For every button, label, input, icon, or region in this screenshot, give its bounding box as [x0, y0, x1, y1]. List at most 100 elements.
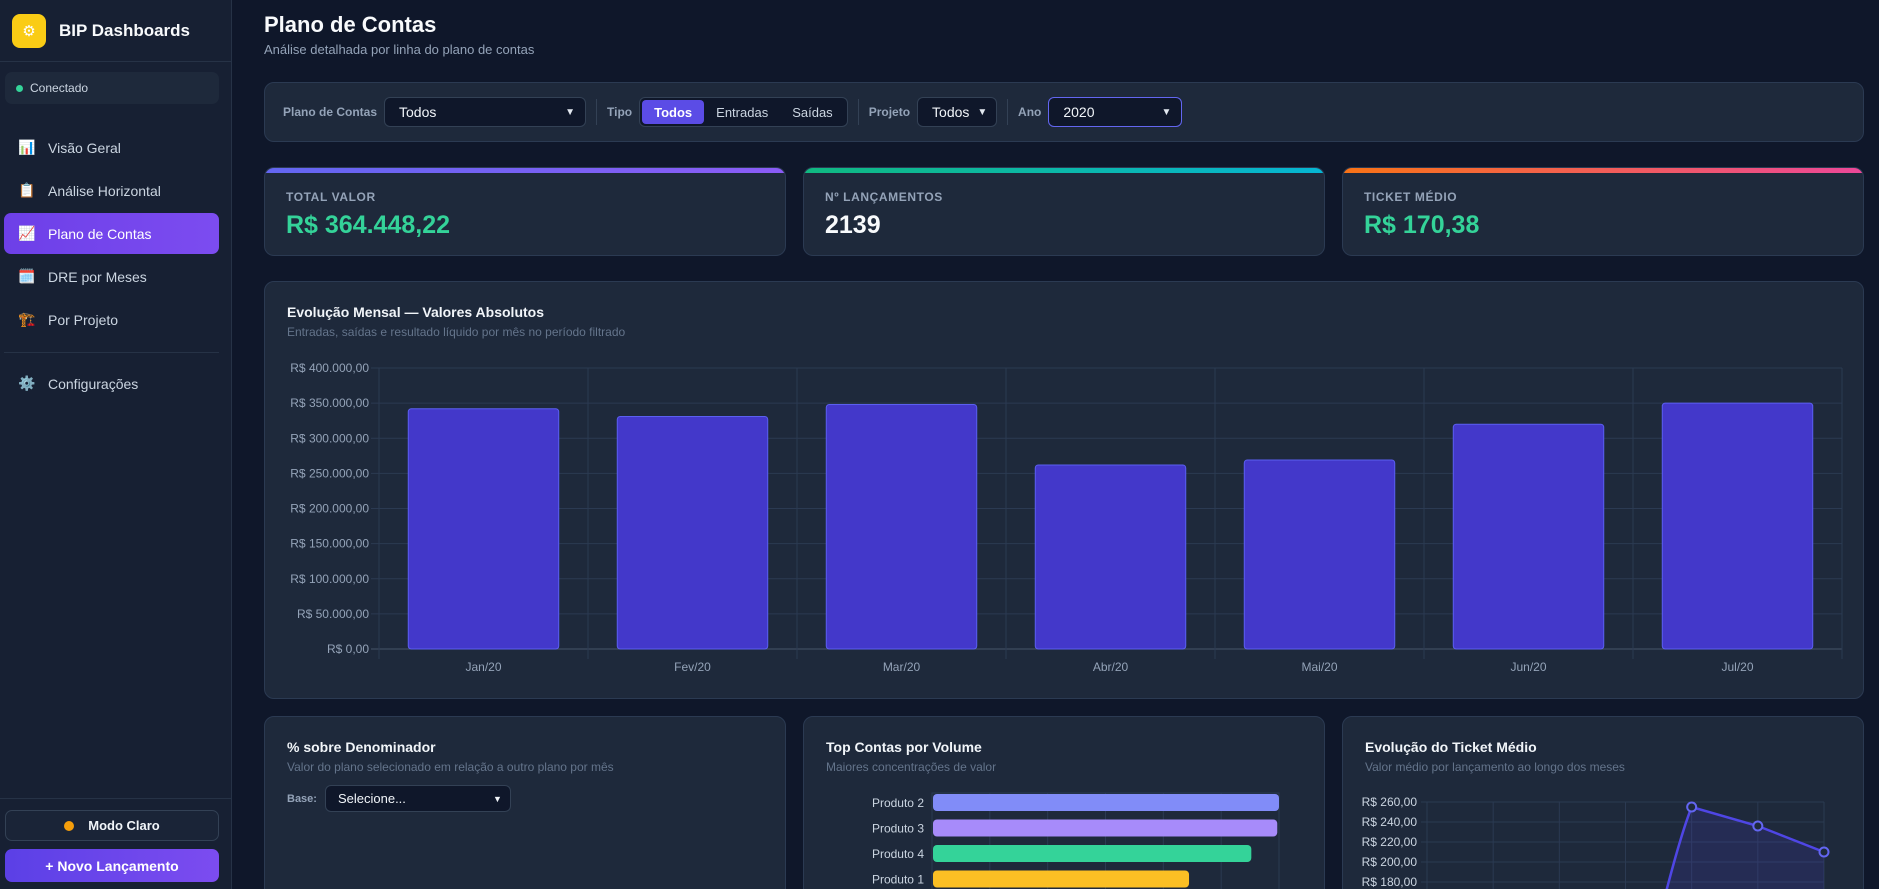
page-subtitle: Análise detalhada por linha do plano de …	[264, 42, 535, 57]
ano-label: Ano	[1018, 105, 1042, 119]
projeto-select[interactable]: Todos ▼	[917, 97, 998, 127]
ticket-panel: Evolução do Ticket Médio Valor médio por…	[1342, 716, 1864, 889]
x-tick-label: Mai/20	[1301, 660, 1337, 674]
construction-icon: 🏗️	[18, 311, 36, 327]
tipo-saidas-button[interactable]: Saídas	[780, 100, 844, 124]
filter-divider	[596, 99, 598, 125]
bar	[933, 870, 1190, 888]
sidebar-item-label: DRE por Meses	[48, 268, 147, 285]
page-title: Plano de Contas	[264, 12, 437, 37]
clipboard-icon: 📋	[18, 182, 36, 198]
bar	[1452, 423, 1605, 650]
tipo-segmented: Todos Entradas Saídas	[639, 97, 848, 127]
projeto-select-value: Todos	[932, 104, 970, 120]
y-tick-label: R$ 220,00	[1362, 835, 1418, 849]
ano-select[interactable]: 2020 ▼	[1048, 97, 1183, 127]
y-tick-label: Produto 1	[872, 873, 924, 887]
x-tick-label: Jun/20	[1510, 660, 1546, 674]
filter-bar: Plano de Contas Todos ▼ Tipo Todos Entra…	[264, 82, 1864, 142]
chevron-down-icon: ▼	[493, 793, 502, 804]
sidebar-item-dre-por-meses[interactable]: 🗓️ DRE por Meses	[4, 256, 219, 297]
sidebar-item-plano-de-contas[interactable]: 📈 Plano de Contas	[4, 213, 219, 254]
kpi-value: 2139	[825, 211, 881, 239]
sidebar-divider	[4, 352, 219, 353]
panel-title: % sobre Denominador	[287, 739, 436, 755]
y-tick-label: R$ 0,00	[327, 642, 369, 656]
ticket-line-chart: R$ 260,00 R$ 240,00 R$ 220,00 R$ 200,00 R$ 1…	[1362, 795, 1830, 889]
data-point	[1818, 846, 1830, 858]
projeto-label: Projeto	[868, 105, 911, 119]
plano-label: Plano de Contas	[283, 105, 378, 119]
y-tick-label: R$ 240,00	[1362, 815, 1418, 829]
light-mode-button[interactable]: Modo Claro	[5, 810, 219, 841]
base-select-value: Selecione...	[337, 791, 406, 806]
ano-select-value: 2020	[1063, 104, 1095, 120]
base-label: Base:	[287, 792, 317, 805]
bar	[616, 415, 769, 650]
bar	[407, 408, 560, 650]
sidebar-item-por-projeto[interactable]: 🏗️ Por Projeto	[4, 299, 219, 340]
top-contas-bar-chart: Produto 2 Produto 3 Produto 4 Produto 1	[872, 792, 1280, 889]
sidebar-item-analise-horizontal[interactable]: 📋 Análise Horizontal	[4, 170, 219, 211]
brand: ⚙ BIP Dashboards	[0, 0, 231, 62]
sidebar-nav: 📊 Visão Geral 📋 Análise Horizontal 📈 Pla…	[4, 127, 219, 406]
bar	[933, 819, 1278, 837]
sidebar-item-label: Visão Geral	[48, 139, 121, 156]
kpi-label: TICKET MÉDIO	[1364, 190, 1458, 204]
y-tick-label: Produto 3	[872, 822, 924, 836]
new-entry-button[interactable]: + Novo Lançamento	[5, 849, 219, 882]
monthly-chart-panel: Evolução Mensal — Valores Absolutos Entr…	[264, 281, 1864, 699]
panel-subtitle: Valor do plano selecionado em relação a …	[287, 760, 614, 774]
y-tick-label: R$ 250.000,00	[290, 466, 369, 480]
sidebar-footer: Modo Claro + Novo Lançamento	[0, 798, 232, 889]
light-mode-label: Modo Claro	[88, 818, 160, 833]
trend-icon: 📈	[18, 225, 36, 241]
sidebar-item-label: Análise Horizontal	[48, 182, 161, 199]
kpi-label: TOTAL VALOR	[286, 190, 376, 204]
y-tick-label: R$ 260,00	[1362, 795, 1418, 809]
bar	[1243, 459, 1396, 650]
kpi-accent-bar	[1343, 168, 1863, 173]
y-tick-label: R$ 200,00	[1362, 855, 1418, 869]
kpi-accent-bar	[265, 168, 785, 173]
sidebar-item-configuracoes[interactable]: ⚙️ Configurações	[4, 363, 219, 404]
x-tick-label: Fev/20	[674, 660, 711, 674]
chevron-down-icon: ▼	[977, 106, 988, 118]
y-tick-label: R$ 200.000,00	[290, 502, 369, 516]
gear-icon: ⚙	[12, 13, 46, 48]
kpi-value: R$ 170,38	[1364, 211, 1480, 239]
kpi-accent-bar	[804, 168, 1324, 173]
y-tick-label: Produto 2	[872, 796, 924, 810]
calendar-icon: 🗓️	[18, 268, 36, 284]
plano-select-value: Todos	[399, 104, 437, 120]
y-tick-label: R$ 50.000,00	[297, 607, 369, 621]
sidebar-item-label: Configurações	[48, 375, 139, 392]
base-select[interactable]: Selecione... ▼	[324, 785, 511, 812]
chevron-down-icon: ▼	[565, 106, 576, 118]
tipo-label: Tipo	[607, 105, 633, 119]
bar	[1661, 402, 1814, 650]
line-area	[1666, 807, 1824, 889]
tipo-entradas-button[interactable]: Entradas	[704, 100, 780, 124]
y-tick-label: Produto 4	[872, 847, 924, 861]
kpi-ticket-medio: TICKET MÉDIO R$ 170,38	[1342, 167, 1864, 256]
filter-divider	[1007, 99, 1009, 125]
plano-select[interactable]: Todos ▼	[384, 97, 587, 127]
x-tick-label: Abr/20	[1093, 660, 1129, 674]
connection-status: Conectado	[5, 72, 219, 104]
sidebar: ⚙ BIP Dashboards Conectado 📊 Visão Geral…	[0, 0, 232, 889]
x-tick-label: Mar/20	[883, 660, 921, 674]
sidebar-item-label: Plano de Contas	[48, 225, 152, 242]
tipo-todos-button[interactable]: Todos	[642, 100, 705, 124]
chevron-down-icon: ▼	[1161, 106, 1172, 118]
brand-name: BIP Dashboards	[59, 20, 191, 40]
sun-icon	[64, 820, 75, 831]
kpi-label: Nº LANÇAMENTOS	[825, 190, 943, 204]
y-tick-label: R$ 180,00	[1362, 875, 1418, 889]
data-point	[1752, 820, 1764, 832]
x-tick-label: Jan/20	[465, 660, 501, 674]
sidebar-item-visao-geral[interactable]: 📊 Visão Geral	[4, 127, 219, 168]
top-contas-panel: Top Contas por Volume Maiores concentraç…	[803, 716, 1325, 889]
base-row: Base: Selecione... ▼	[287, 785, 511, 812]
y-tick-label: R$ 150.000,00	[290, 537, 369, 551]
